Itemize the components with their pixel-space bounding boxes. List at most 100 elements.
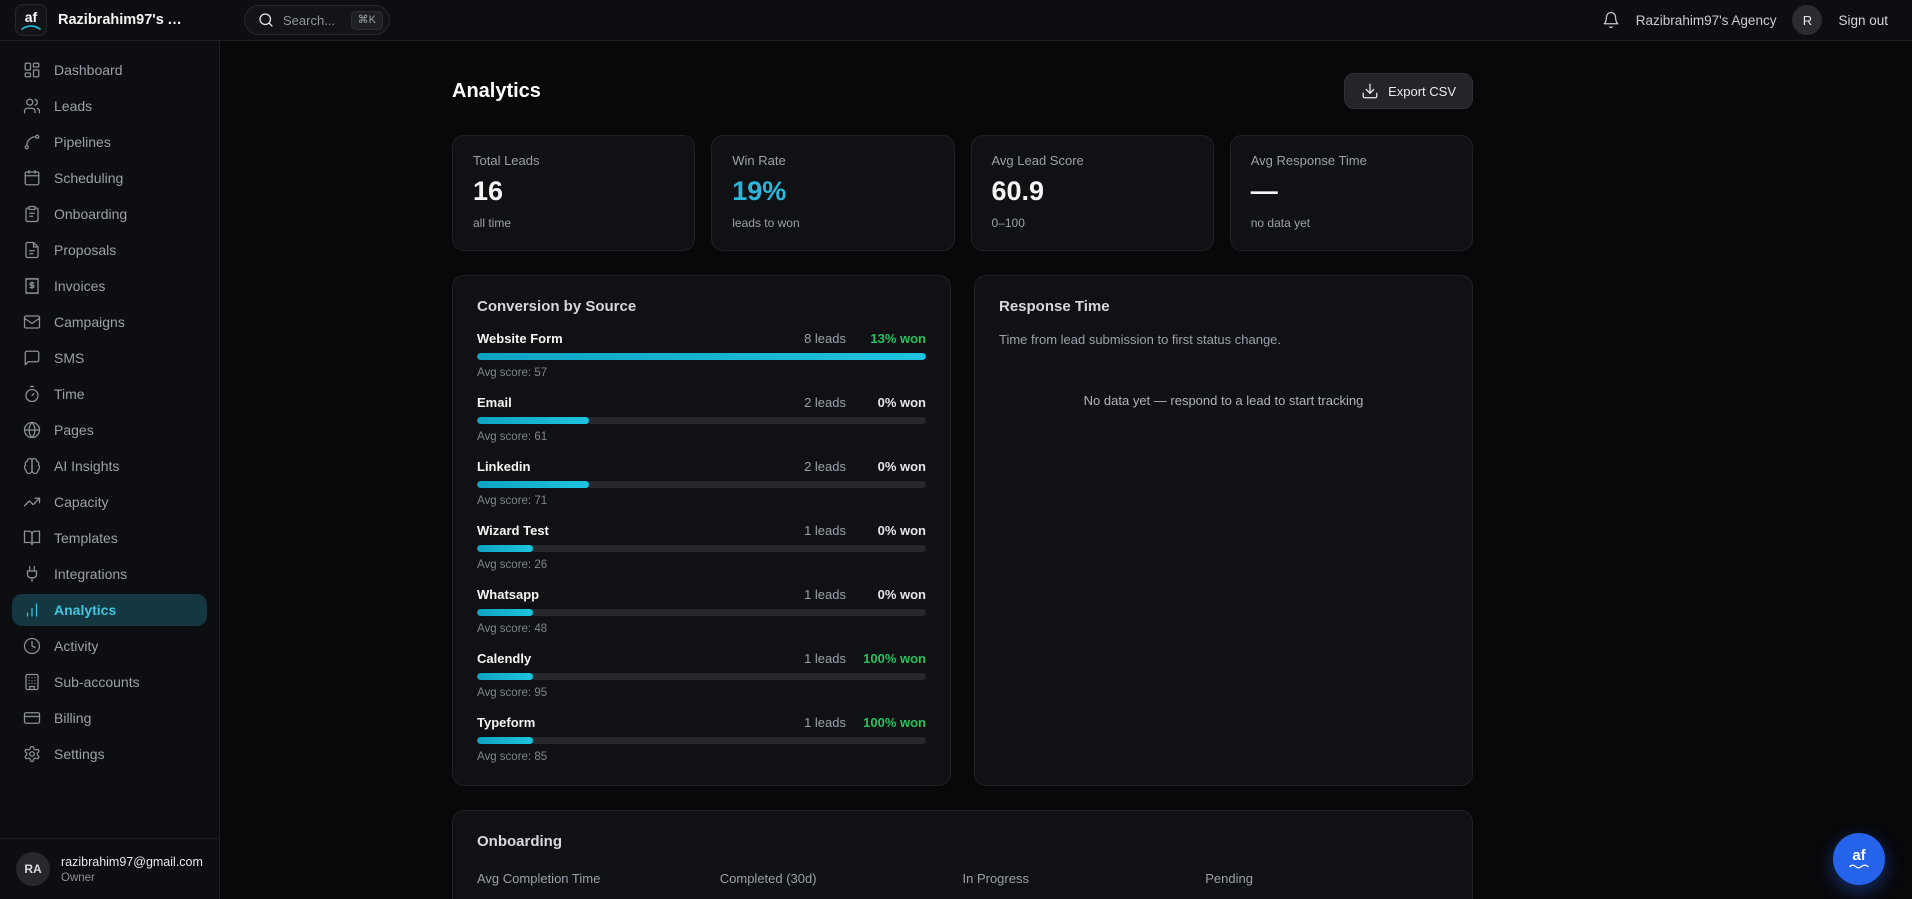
onboarding-metric-in-progress: In Progress 0 active flows	[963, 871, 1206, 899]
stat-label: Avg Response Time	[1250, 153, 1367, 168]
search-icon	[259, 13, 273, 27]
source-bar-track	[477, 609, 926, 616]
sidebar-item-analytics[interactable]: Analytics	[12, 594, 207, 626]
export-csv-button[interactable]: Export CSV	[1344, 73, 1473, 109]
sidebar-item-dashboard[interactable]: Dashboard	[12, 54, 207, 86]
stat-value: —	[1250, 176, 1278, 206]
source-bar-track	[477, 545, 926, 552]
stat-value: 16	[473, 176, 504, 206]
source-avg-score: Avg score: 85	[477, 751, 548, 763]
credit-card-icon	[23, 709, 41, 727]
sidebar-item-time[interactable]: Time	[12, 378, 207, 410]
sidebar-user-section[interactable]: RA razibrahim97@gmail.com Owner	[0, 838, 219, 899]
source-name: Calendly	[477, 651, 532, 666]
source-name: Email	[477, 395, 512, 410]
logo-text: af	[24, 8, 38, 25]
file-text-icon	[23, 241, 41, 259]
source-won-rate: 100% won	[863, 715, 926, 730]
stat-label: Avg Lead Score	[991, 153, 1084, 168]
source-leads-count: 2 leads	[804, 459, 846, 474]
source-name: Website Form	[477, 331, 563, 346]
sidebar-item-onboarding[interactable]: Onboarding	[12, 198, 207, 230]
source-leads-count: 8 leads	[804, 331, 846, 346]
timer-icon	[23, 385, 41, 403]
source-name: Linkedin	[477, 459, 531, 474]
sign-out-button[interactable]: Sign out	[1838, 13, 1888, 28]
bell-icon	[1603, 11, 1619, 29]
message-icon	[23, 349, 41, 367]
assistant-fab-button[interactable]: af	[1833, 833, 1885, 885]
sidebar-item-label: Capacity	[54, 494, 109, 510]
sidebar-item-label: Settings	[54, 746, 105, 762]
source-bar-track	[477, 737, 926, 744]
sidebar-item-integrations[interactable]: Integrations	[12, 558, 207, 590]
sidebar-item-sub-accounts[interactable]: Sub-accounts	[12, 666, 207, 698]
building-icon	[23, 673, 41, 691]
spline-icon	[23, 133, 41, 151]
sidebar-item-settings[interactable]: Settings	[12, 738, 207, 770]
search-bar[interactable]: ⌘K	[244, 5, 390, 35]
onboarding-metric-completed-30d: Completed (30d) 0 in the last 30 days	[720, 871, 963, 899]
source-bar-fill	[477, 737, 534, 744]
sidebar-item-capacity[interactable]: Capacity	[12, 486, 207, 518]
trending-up-icon	[23, 493, 41, 511]
sidebar-item-campaigns[interactable]: Campaigns	[12, 306, 207, 338]
sidebar-item-label: Invoices	[54, 278, 106, 294]
receipt-icon	[23, 277, 41, 295]
page-title: Analytics	[452, 79, 541, 102]
search-shortcut-badge: ⌘K	[350, 10, 383, 30]
source-won-rate: 0% won	[877, 587, 926, 602]
source-won-rate: 100% won	[863, 651, 926, 666]
onboarding-metric-label: Avg Completion Time	[477, 871, 601, 886]
source-leads-count: 1 leads	[804, 715, 846, 730]
sidebar-item-billing[interactable]: Billing	[12, 702, 207, 734]
source-row: Typeform 1 leads 100% won Avg score: 85	[477, 715, 926, 763]
stats-row: Total Leads 16 all time Win Rate 19% lea…	[452, 135, 1473, 251]
source-name: Typeform	[477, 715, 536, 730]
mail-icon	[23, 313, 41, 331]
sidebar-item-label: Analytics	[54, 602, 117, 618]
source-avg-score: Avg score: 48	[477, 623, 548, 635]
source-row: Website Form 8 leads 13% won Avg score: …	[477, 331, 926, 379]
sidebar-item-activity[interactable]: Activity	[12, 630, 207, 662]
sidebar-item-label: SMS	[54, 350, 85, 366]
sidebar-item-invoices[interactable]: Invoices	[12, 270, 207, 302]
onboarding-panel: Onboarding Avg Completion Time — days fr…	[452, 810, 1473, 899]
onboarding-title: Onboarding	[477, 833, 562, 850]
onboarding-metric-avg-completion-time: Avg Completion Time — days from won to c…	[477, 871, 720, 899]
source-won-rate: 0% won	[877, 395, 926, 410]
source-leads-count: 1 leads	[804, 587, 846, 602]
search-input[interactable]	[283, 12, 343, 28]
sidebar-item-label: Integrations	[54, 566, 128, 582]
source-avg-score: Avg score: 57	[477, 367, 548, 379]
book-open-icon	[23, 529, 41, 547]
sidebar-item-pipelines[interactable]: Pipelines	[12, 126, 207, 158]
sidebar-item-templates[interactable]: Templates	[12, 522, 207, 554]
sidebar-item-sms[interactable]: SMS	[12, 342, 207, 374]
sidebar-item-scheduling[interactable]: Scheduling	[12, 162, 207, 194]
sidebar-item-pages[interactable]: Pages	[12, 414, 207, 446]
stat-label: Win Rate	[732, 153, 786, 168]
notifications-button[interactable]	[1602, 11, 1620, 29]
sidebar-item-proposals[interactable]: Proposals	[12, 234, 207, 266]
sidebar-item-leads[interactable]: Leads	[12, 90, 207, 122]
brain-icon	[23, 457, 41, 475]
sidebar-item-label: Campaigns	[54, 314, 125, 330]
sidebar-item-label: Scheduling	[54, 170, 124, 186]
sidebar-item-label: AI Insights	[54, 458, 120, 474]
response-time-panel: Response Time Time from lead submission …	[974, 275, 1473, 786]
source-leads-count: 1 leads	[804, 523, 846, 538]
fab-wave-icon	[1849, 864, 1869, 869]
stat-card-avg-response-time: Avg Response Time — no data yet	[1229, 135, 1473, 251]
plug-icon	[23, 565, 41, 583]
onboarding-metrics: Avg Completion Time — days from won to c…	[477, 871, 1448, 899]
user-avatar-button[interactable]: R	[1792, 5, 1823, 35]
sidebar-item-ai-insights[interactable]: AI Insights	[12, 450, 207, 482]
source-avg-score: Avg score: 61	[477, 431, 548, 443]
clipboard-icon	[23, 205, 41, 223]
stat-value: 60.9	[991, 176, 1045, 206]
source-row: Calendly 1 leads 100% won Avg score: 95	[477, 651, 926, 699]
stat-subtext: leads to won	[732, 216, 800, 230]
source-won-rate: 0% won	[877, 523, 926, 538]
app-logo[interactable]: af	[15, 4, 47, 36]
